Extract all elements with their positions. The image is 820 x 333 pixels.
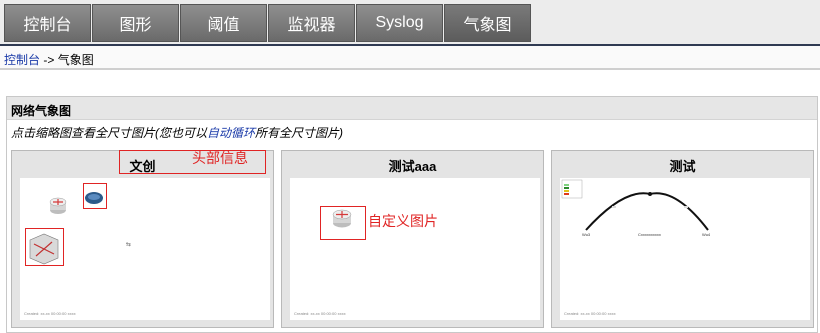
router-icon bbox=[49, 197, 67, 214]
breadcrumb-home-link[interactable]: 控制台 bbox=[4, 53, 40, 67]
breadcrumb-bar: 控制台 -> 气象图 bbox=[0, 46, 820, 70]
panel-title: 网络气象图 bbox=[11, 104, 72, 118]
weathermap-panel: 网络气象图 点击缩略图查看全尺寸图片(您也可以自动循环所有全尺寸图片) 文创 ⇆… bbox=[6, 96, 818, 333]
annotation-custom-image: 自定义图片 bbox=[368, 213, 438, 229]
tab-graphs[interactable]: 图形 bbox=[92, 4, 179, 42]
node-label-center: Cxxxxxxxxxx bbox=[638, 232, 661, 237]
top-nav: 控制台 图形 阈值 监视器 Syslog 气象图 bbox=[0, 0, 820, 46]
svg-text:⇆: ⇆ bbox=[126, 241, 131, 248]
thumbnail-drawing bbox=[332, 209, 352, 228]
tab-console[interactable]: 控制台 bbox=[4, 4, 91, 42]
tab-monitor[interactable]: 监视器 bbox=[268, 4, 355, 42]
panel-title-bar: 网络气象图 bbox=[7, 97, 817, 120]
breadcrumb: 控制台 -> 气象图 bbox=[4, 51, 94, 68]
thumbnail-footer: Created: xx-xx 00:00:00 xxxx bbox=[24, 311, 76, 316]
map-card-test[interactable]: 测试 Wu3 Cxxxxxxxxxx Wu4 Created: xx-xx 00… bbox=[551, 150, 814, 328]
annotation-header-info: 头部信息 bbox=[192, 150, 248, 166]
thumbnail-footer: Created: xx-xx 00:00:00 xxxx bbox=[294, 311, 346, 316]
hint-suffix: 所有全尺寸图片) bbox=[255, 126, 344, 140]
node-label-right: Wu4 bbox=[702, 232, 711, 237]
breadcrumb-current: 气象图 bbox=[57, 53, 94, 67]
map-card-wenchuang[interactable]: 文创 ⇆ Created: xx-xx 00:00:00 xxxx 头部信息 bbox=[11, 150, 274, 328]
custom-image-highlight-box bbox=[320, 206, 366, 240]
link-arc bbox=[585, 192, 709, 231]
panel-hint: 点击缩略图查看全尺寸图片(您也可以自动循环所有全尺寸图片) bbox=[11, 124, 343, 141]
auto-cycle-link[interactable]: 自动循环 bbox=[207, 126, 255, 140]
map-card-title: 测试 bbox=[669, 159, 696, 174]
node-dot bbox=[648, 192, 652, 196]
switch-highlight-box bbox=[83, 183, 107, 209]
map-thumbnail[interactable]: Created: xx-xx 00:00:00 xxxx bbox=[290, 178, 540, 320]
tab-weathermap[interactable]: 气象图 bbox=[444, 4, 531, 42]
tab-syslog[interactable]: Syslog bbox=[356, 4, 443, 42]
tab-thresholds[interactable]: 阈值 bbox=[180, 4, 267, 42]
map-legend bbox=[561, 179, 583, 199]
thumbnail-drawing bbox=[561, 179, 709, 231]
breadcrumb-separator: -> bbox=[40, 53, 58, 67]
node-label-left: Wu3 bbox=[582, 232, 591, 237]
map-card-title: 测试aaa bbox=[388, 159, 437, 174]
tab-strip: 控制台 图形 阈值 监视器 Syslog 气象图 bbox=[4, 4, 532, 42]
map-card-test-aaa[interactable]: 测试aaa Created: xx-xx 00:00:00 xxxx 自定义图片 bbox=[281, 150, 544, 328]
map-thumbnail[interactable]: Wu3 Cxxxxxxxxxx Wu4 Created: xx-xx 00:00… bbox=[560, 178, 810, 320]
firewall-highlight-box bbox=[25, 228, 64, 266]
thumbnail-footer: Created: xx-xx 00:00:00 xxxx bbox=[564, 311, 616, 316]
hint-prefix: 点击缩略图查看全尺寸图片(您也可以 bbox=[11, 126, 207, 140]
